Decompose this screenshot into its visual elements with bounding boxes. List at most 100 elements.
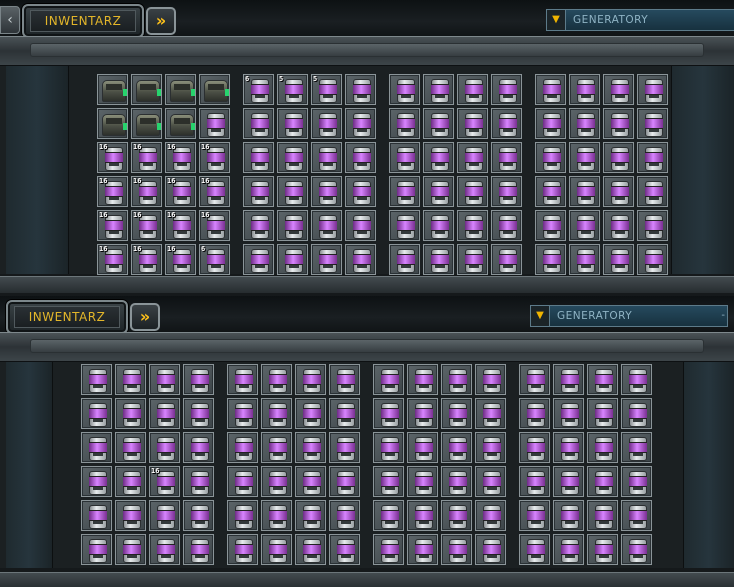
inventory-slot[interactable] xyxy=(115,398,146,429)
inventory-slot[interactable] xyxy=(81,534,112,565)
inventory-slot[interactable] xyxy=(261,398,292,429)
inventory-slot[interactable] xyxy=(587,364,618,395)
inventory-slot[interactable] xyxy=(457,142,488,173)
inventory-slot[interactable] xyxy=(553,466,584,497)
inventory-slot[interactable] xyxy=(311,210,342,241)
inventory-slot[interactable] xyxy=(329,534,360,565)
inventory-slot[interactable] xyxy=(329,398,360,429)
inventory-slot[interactable] xyxy=(373,432,404,463)
inventory-slot[interactable] xyxy=(457,210,488,241)
inventory-slot[interactable] xyxy=(261,500,292,531)
inventory-slot[interactable]: 16 xyxy=(131,244,162,275)
inventory-slot[interactable] xyxy=(165,74,196,105)
inventory-slot[interactable] xyxy=(407,398,438,429)
inventory-slot[interactable] xyxy=(261,364,292,395)
inventory-slot[interactable] xyxy=(81,500,112,531)
inventory-slot[interactable] xyxy=(345,108,376,139)
inventory-slot[interactable]: 16 xyxy=(97,176,128,207)
inventory-slot[interactable] xyxy=(227,364,258,395)
inventory-slot[interactable] xyxy=(491,210,522,241)
inventory-slot[interactable] xyxy=(553,364,584,395)
inventory-slot[interactable] xyxy=(295,500,326,531)
inventory-slot[interactable]: 16 xyxy=(131,210,162,241)
inventory-slot[interactable] xyxy=(519,364,550,395)
inventory-slot[interactable] xyxy=(441,364,472,395)
inventory-slot[interactable]: 5 xyxy=(277,74,308,105)
inventory-slot[interactable] xyxy=(491,108,522,139)
inventory-slot[interactable] xyxy=(491,142,522,173)
inventory-slot[interactable] xyxy=(553,432,584,463)
inventory-slot[interactable]: 16 xyxy=(165,244,196,275)
inventory-slot[interactable]: 16 xyxy=(131,142,162,173)
inventory-slot[interactable] xyxy=(519,432,550,463)
inventory-slot[interactable] xyxy=(183,432,214,463)
inventory-slot[interactable] xyxy=(295,398,326,429)
inventory-slot[interactable] xyxy=(243,142,274,173)
inventory-slot[interactable]: 16 xyxy=(131,176,162,207)
next-page-button[interactable]: » xyxy=(146,7,176,35)
prev-page-button[interactable]: ‹ xyxy=(0,6,20,34)
inventory-slot[interactable] xyxy=(373,466,404,497)
inventory-slot[interactable] xyxy=(621,364,652,395)
inventory-slot[interactable] xyxy=(535,142,566,173)
inventory-slot[interactable] xyxy=(553,500,584,531)
inventory-slot[interactable] xyxy=(97,108,128,139)
inventory-slot[interactable] xyxy=(261,466,292,497)
inventory-slot[interactable] xyxy=(243,108,274,139)
inventory-slot[interactable] xyxy=(227,466,258,497)
inventory-slot[interactable] xyxy=(603,74,634,105)
inventory-slot[interactable] xyxy=(199,74,230,105)
inventory-slot[interactable] xyxy=(637,108,668,139)
inventory-slot[interactable] xyxy=(587,432,618,463)
inventory-title-tab[interactable]: INWENTARZ xyxy=(22,4,144,38)
inventory-slot[interactable] xyxy=(115,432,146,463)
inventory-slot[interactable] xyxy=(345,74,376,105)
inventory-slot[interactable] xyxy=(621,398,652,429)
inventory-slot[interactable] xyxy=(491,74,522,105)
inventory-slot[interactable] xyxy=(115,534,146,565)
inventory-slot[interactable] xyxy=(243,244,274,275)
inventory-slot[interactable] xyxy=(373,534,404,565)
inventory-slot[interactable] xyxy=(587,398,618,429)
inventory-slot[interactable] xyxy=(81,432,112,463)
inventory-slot[interactable] xyxy=(389,244,420,275)
inventory-slot[interactable] xyxy=(389,176,420,207)
inventory-slot[interactable] xyxy=(637,244,668,275)
inventory-slot[interactable] xyxy=(131,74,162,105)
inventory-slot[interactable] xyxy=(569,244,600,275)
inventory-slot[interactable] xyxy=(407,534,438,565)
inventory-slot[interactable] xyxy=(115,466,146,497)
inventory-slot[interactable] xyxy=(587,500,618,531)
inventory-slot[interactable] xyxy=(373,364,404,395)
inventory-slot[interactable] xyxy=(389,210,420,241)
inventory-slot[interactable] xyxy=(295,364,326,395)
inventory-slot[interactable] xyxy=(115,364,146,395)
inventory-slot[interactable]: 16 xyxy=(97,210,128,241)
inventory-slot[interactable] xyxy=(637,142,668,173)
inventory-slot[interactable] xyxy=(183,534,214,565)
inventory-slot[interactable] xyxy=(295,432,326,463)
inventory-slot[interactable] xyxy=(295,466,326,497)
inventory-slot[interactable] xyxy=(243,210,274,241)
inventory-slot[interactable] xyxy=(373,500,404,531)
inventory-slot[interactable] xyxy=(199,108,230,139)
inventory-slot[interactable] xyxy=(311,244,342,275)
inventory-slot[interactable]: 16 xyxy=(97,142,128,173)
inventory-slot[interactable] xyxy=(183,398,214,429)
inventory-slot[interactable] xyxy=(519,534,550,565)
inventory-slot[interactable] xyxy=(311,176,342,207)
inventory-slot[interactable] xyxy=(423,142,454,173)
inventory-slot[interactable] xyxy=(407,364,438,395)
inventory-slot[interactable] xyxy=(81,364,112,395)
inventory-slot[interactable] xyxy=(441,398,472,429)
inventory-slot[interactable] xyxy=(81,466,112,497)
inventory-slot[interactable] xyxy=(423,108,454,139)
inventory-slot[interactable]: 16 xyxy=(149,466,180,497)
inventory-slot[interactable] xyxy=(621,432,652,463)
inventory-slot[interactable] xyxy=(475,500,506,531)
inventory-slot[interactable] xyxy=(535,74,566,105)
inventory-slot[interactable] xyxy=(407,432,438,463)
inventory-slot[interactable] xyxy=(423,210,454,241)
inventory-slot[interactable] xyxy=(637,74,668,105)
inventory-slot[interactable] xyxy=(149,364,180,395)
